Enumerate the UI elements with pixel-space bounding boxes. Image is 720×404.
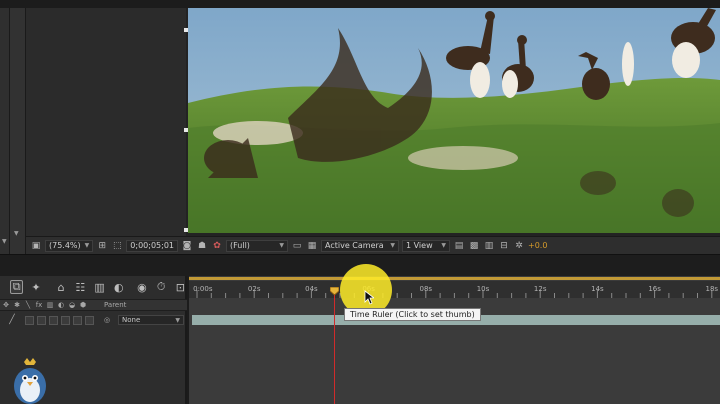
reset-exposure-icon[interactable]: ✲ bbox=[513, 240, 525, 252]
pick-whip-icon[interactable]: ◎ bbox=[103, 316, 111, 324]
title-action-safe-icon[interactable]: ⊞ bbox=[96, 240, 108, 252]
switch-box[interactable] bbox=[85, 315, 94, 325]
panel-strip-left: ▼ bbox=[0, 8, 10, 254]
ruler-tick-label: 0:00s bbox=[193, 285, 213, 293]
chevron-down-icon: ▼ bbox=[84, 241, 90, 249]
exposure-value[interactable]: +0.0 bbox=[528, 241, 547, 250]
quality-icon[interactable]: ╱ bbox=[8, 315, 16, 325]
ruler-tick-marks bbox=[196, 290, 713, 298]
camera-value: Active Camera bbox=[325, 240, 384, 250]
mouse-pointer-icon bbox=[364, 290, 374, 305]
scroll-down-icon[interactable]: ▼ bbox=[14, 230, 19, 237]
parent-dropdown[interactable]: None ▼ bbox=[118, 315, 184, 325]
ruler-tick-label: 08s bbox=[419, 285, 433, 293]
quality-switch-icon[interactable]: ╲ bbox=[24, 301, 32, 309]
flowchart-icon[interactable]: ⊟ bbox=[498, 240, 510, 252]
current-time-field[interactable]: 0;00;05;01 bbox=[126, 239, 178, 252]
switch-box[interactable] bbox=[73, 315, 82, 325]
live-update-icon[interactable]: ✦ bbox=[29, 280, 42, 294]
switch-box[interactable] bbox=[25, 315, 34, 325]
3d-layer-switch-icon[interactable]: ⬢ bbox=[79, 301, 87, 309]
switch-box[interactable] bbox=[37, 315, 46, 325]
show-snapshot-icon[interactable]: ☗ bbox=[196, 240, 208, 252]
viewer-toolbar: ▣ (75.4%) ▼ ⊞ ⬚ 0;00;05;01 ◙ ☗ ✿ (Full) ▼ … bbox=[26, 236, 720, 254]
timeline-tools: ⧉ ✦ ⌂ ☷ ▥ ◐ ◉ ⏱ ⊡ bbox=[0, 277, 187, 297]
frame-blending-icon[interactable]: ▥ bbox=[93, 280, 106, 294]
adjustment-switch-icon[interactable]: ◒ bbox=[68, 301, 76, 309]
resolution-value: (Full) bbox=[230, 240, 250, 250]
time-ruler-tooltip: Time Ruler (Click to set thumb) bbox=[344, 308, 481, 321]
ruler-tick-label: 18s bbox=[705, 285, 719, 293]
project-panel bbox=[26, 8, 186, 236]
always-preview-icon[interactable]: ▣ bbox=[30, 240, 42, 252]
snapshot-icon[interactable]: ◙ bbox=[181, 240, 193, 252]
chevron-down-icon: ▼ bbox=[175, 316, 180, 324]
magnification-dropdown[interactable]: (75.4%) ▼ bbox=[45, 239, 94, 252]
frame-blend-switch-icon[interactable]: ▥ bbox=[46, 301, 54, 309]
layer-row[interactable]: ╱ ◎ None ▼ bbox=[0, 313, 187, 327]
parent-value: None bbox=[122, 316, 141, 324]
fast-previews-icon[interactable]: ▩ bbox=[468, 240, 480, 252]
frame-handle-left[interactable] bbox=[184, 128, 188, 132]
comp-mini-flowchart-icon[interactable]: ⧉ bbox=[10, 280, 24, 294]
work-area-bar[interactable] bbox=[189, 277, 720, 280]
bird-footage-image bbox=[188, 8, 720, 233]
motion-blur-switch-icon[interactable]: ◐ bbox=[57, 301, 65, 309]
graph-editor-icon[interactable]: ⊡ bbox=[174, 280, 187, 294]
switch-box[interactable] bbox=[49, 315, 58, 325]
resolution-dropdown[interactable]: (Full) ▼ bbox=[226, 239, 288, 252]
transparency-grid-icon[interactable]: ▦ bbox=[306, 240, 318, 252]
switch-box[interactable] bbox=[61, 315, 70, 325]
mascot-penguin-image bbox=[14, 358, 46, 404]
panel-strip-secondary: ▼ bbox=[10, 8, 26, 254]
camera-dropdown[interactable]: Active Camera ▼ bbox=[321, 239, 399, 252]
ruler-tick-label: 12s bbox=[533, 285, 547, 293]
view-layout-value: 1 View bbox=[406, 240, 433, 250]
chevron-down-icon: ▼ bbox=[390, 241, 395, 249]
motion-blur-icon[interactable]: ◐ bbox=[112, 280, 125, 294]
collapse-switch-icon[interactable]: ✱ bbox=[13, 301, 21, 309]
auto-keyframe-icon[interactable]: ⏱ bbox=[155, 280, 168, 294]
time-ruler[interactable]: 0:00s02s04s06s08s10s12s14s16s18s bbox=[189, 281, 720, 298]
mask-visibility-icon[interactable]: ⬚ bbox=[111, 240, 123, 252]
view-layout-dropdown[interactable]: 1 View ▼ bbox=[402, 239, 450, 252]
ruler-tick-label: 16s bbox=[648, 285, 661, 293]
brainstorm-icon[interactable]: ◉ bbox=[135, 280, 148, 294]
parent-column-label: Parent bbox=[104, 301, 127, 309]
draft-3d-icon[interactable]: ⌂ bbox=[55, 280, 68, 294]
magnification-value: (75.4%) bbox=[49, 240, 81, 250]
frame-handle-bottom-left[interactable] bbox=[184, 228, 188, 232]
composition-frame[interactable] bbox=[188, 8, 720, 233]
hide-shy-layers-icon[interactable]: ☷ bbox=[74, 280, 87, 294]
shy-switch-icon[interactable]: ✥ bbox=[2, 301, 10, 309]
current-time-indicator-line[interactable] bbox=[334, 288, 335, 404]
current-time-indicator-head[interactable] bbox=[330, 287, 339, 295]
chevron-down-icon: ▼ bbox=[441, 241, 446, 249]
frame-handle-top-left[interactable] bbox=[184, 28, 188, 32]
ruler-tick-label: 14s bbox=[591, 285, 604, 293]
scroll-down-icon[interactable]: ▼ bbox=[2, 238, 7, 245]
chevron-down-icon: ▼ bbox=[279, 241, 284, 249]
toggle-pixel-aspect-icon[interactable]: ▤ bbox=[453, 240, 465, 252]
region-of-interest-icon[interactable]: ▭ bbox=[291, 240, 303, 252]
effects-switch-icon[interactable]: fx bbox=[35, 301, 43, 309]
ruler-tick-label: 02s bbox=[247, 285, 261, 293]
ruler-tick-label: 04s bbox=[305, 285, 318, 293]
timeline-icon[interactable]: ▥ bbox=[483, 240, 495, 252]
color-channel-icon[interactable]: ✿ bbox=[211, 240, 223, 252]
layer-column-header: ✥ ✱ ╲ fx ▥ ◐ ◒ ⬢ Parent bbox=[0, 299, 187, 311]
ruler-tick-label: 10s bbox=[476, 285, 490, 293]
